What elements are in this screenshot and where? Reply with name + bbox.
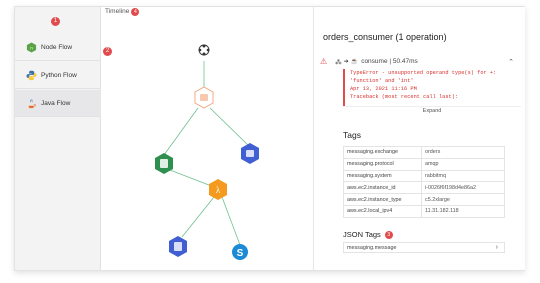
table-row: messaging.protocol amqp xyxy=(343,157,505,171)
sidebar-badge: 1 xyxy=(51,17,60,26)
table-row: messaging.system rabbitmq xyxy=(343,169,505,183)
json-tags-title: JSON Tags xyxy=(343,230,381,239)
sidebar-item-node-flow[interactable]: n Node Flow xyxy=(15,34,101,61)
tag-key: aws.ec2.instance_type xyxy=(343,193,422,206)
kafka-node[interactable] xyxy=(198,44,210,56)
tag-value: amqp xyxy=(421,157,505,171)
json-tag-key: messaging.message xyxy=(347,244,397,251)
edge-java-s3 xyxy=(163,107,199,156)
arrow-icon: ➔ xyxy=(343,59,349,65)
flow-canvas[interactable]: Timeline 4 2 λ S xyxy=(102,7,312,270)
svg-text:S: S xyxy=(237,248,244,259)
edge-lambda-dynamo xyxy=(181,196,215,238)
chevron-right-icon: › xyxy=(495,244,498,251)
tag-value: 11.31.182.118 xyxy=(421,204,505,218)
panel-title: orders_consumer (1 operation) xyxy=(323,32,447,42)
warning-icon: ⚠ xyxy=(320,57,328,66)
expand-button[interactable]: Expand xyxy=(343,106,521,114)
edge-java-sqs xyxy=(209,107,251,148)
java-icon xyxy=(25,97,37,109)
tag-key: aws.ec2.local_ipv4 xyxy=(343,204,422,218)
json-tags-heading: JSON Tags 3 xyxy=(343,230,393,239)
sqs-node[interactable] xyxy=(241,143,259,164)
error-line: Apr 13, 2021 11:16 PM xyxy=(350,86,417,92)
sidebar-item-label: Node Flow xyxy=(41,43,73,51)
java-icon: ☕ xyxy=(350,59,359,65)
tag-value: rabbitmq xyxy=(421,169,505,183)
edge-s3-lambda xyxy=(169,169,215,188)
operation-summary: consume | 50.47ms xyxy=(361,58,418,65)
json-tags-badge: 3 xyxy=(384,230,393,239)
table-row: messaging.exchange orders xyxy=(343,146,505,159)
json-tag-row[interactable]: messaging.message › xyxy=(343,242,505,253)
tags-table: messaging.exchange orders messaging.proto… xyxy=(343,146,505,218)
table-row: aws.ec2.instance_id i-0026f6f198d4e86a2 xyxy=(343,181,505,195)
edge-lambda-sns xyxy=(221,196,241,246)
tag-value: orders xyxy=(421,146,505,159)
error-line: Traceback (most recent call last): xyxy=(350,94,459,100)
sidebar: 1 n Node Flow Python Flow Java Flow xyxy=(15,7,101,270)
tag-key: messaging.system xyxy=(343,169,422,183)
sidebar-item-label: Java Flow xyxy=(41,99,71,107)
table-row: aws.ec2.instance_type c5.2xlarge xyxy=(343,193,505,206)
tags-heading: Tags xyxy=(343,130,361,140)
tag-value: c5.2xlarge xyxy=(421,193,505,206)
flow-graph: λ S xyxy=(155,44,259,260)
sns-node[interactable]: S xyxy=(232,244,248,260)
python-icon xyxy=(25,69,37,81)
tag-value: i-0026f6f198d4e86a2 xyxy=(421,181,505,195)
details-panel: orders_consumer (1 operation) ⚠ ⁂ ➔ ☕ co… xyxy=(313,7,525,270)
error-box: TypeError - unsupported operand type(s) … xyxy=(343,69,521,107)
error-line: 'function' and 'int' xyxy=(350,78,414,84)
sidebar-item-python-flow[interactable]: Python Flow xyxy=(15,62,101,89)
operation-row[interactable]: ⚠ ⁂ ➔ ☕ consume | 50.47ms ⌃ xyxy=(320,56,520,67)
tag-key: messaging.exchange xyxy=(343,146,422,159)
sidebar-item-java-flow[interactable]: Java Flow xyxy=(15,90,101,117)
kafka-icon: ⁂ xyxy=(335,58,342,66)
sidebar-item-label: Python Flow xyxy=(41,71,77,79)
nodejs-icon: n xyxy=(25,41,37,53)
table-row: aws.ec2.local_ipv4 11.31.182.118 xyxy=(343,204,505,218)
app-window: 1 n Node Flow Python Flow Java Flow Time… xyxy=(14,6,525,271)
lambda-node[interactable]: λ xyxy=(209,179,227,200)
tag-key: aws.ec2.instance_id xyxy=(343,181,422,195)
dynamodb-node[interactable] xyxy=(169,236,187,257)
error-line: TypeError - unsupported operand type(s) … xyxy=(350,70,497,76)
chevron-up-icon[interactable]: ⌃ xyxy=(508,58,514,66)
s3-node[interactable] xyxy=(155,153,173,174)
svg-text:λ: λ xyxy=(216,185,221,195)
tag-key: messaging.protocol xyxy=(343,157,422,171)
java-service-node[interactable] xyxy=(194,86,214,109)
